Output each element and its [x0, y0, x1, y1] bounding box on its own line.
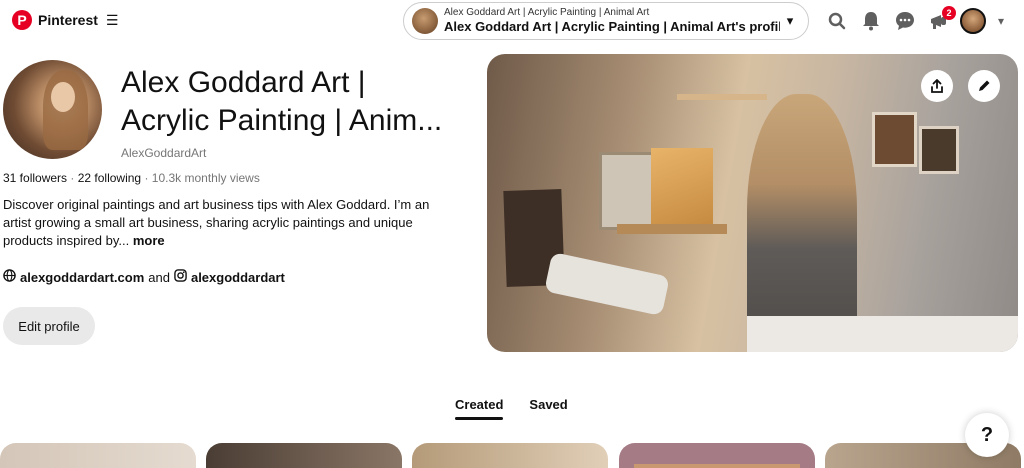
- tab-saved[interactable]: Saved: [529, 397, 567, 420]
- pin-card[interactable]: [619, 443, 815, 468]
- header-actions: 2 ▾: [820, 4, 1012, 38]
- menu-icon[interactable]: ☰: [106, 12, 119, 29]
- pin-card[interactable]: [412, 443, 608, 468]
- pill-avatar: [412, 8, 438, 34]
- updates-icon[interactable]: 2: [922, 4, 956, 38]
- followers-count[interactable]: 31 followers: [3, 171, 67, 185]
- website-link[interactable]: alexgoddardart.com: [20, 270, 144, 285]
- pill-subtitle: Alex Goddard Art | Acrylic Painting | An…: [444, 7, 650, 18]
- profile-username: AlexGoddardArt: [121, 146, 207, 160]
- globe-icon: [3, 269, 16, 285]
- tab-created[interactable]: Created: [455, 397, 504, 420]
- profile-name-line1: Alex Goddard Art |: [121, 66, 366, 99]
- bell-icon[interactable]: [854, 4, 888, 38]
- profile-links: alexgoddardart.com and alexgoddardart: [3, 269, 285, 285]
- following-count[interactable]: 22 following: [78, 171, 141, 185]
- cover-image: [487, 54, 1018, 352]
- bio-text: Discover original paintings and art busi…: [3, 197, 430, 248]
- share-icon[interactable]: [921, 70, 953, 102]
- bio-more-link[interactable]: more: [133, 233, 165, 248]
- user-avatar[interactable]: [960, 8, 986, 34]
- chevron-down-icon[interactable]: ▾: [780, 13, 800, 29]
- account-chevron-icon[interactable]: ▾: [990, 14, 1012, 28]
- pin-card[interactable]: [206, 443, 402, 468]
- search-icon[interactable]: [820, 4, 854, 38]
- pin-card[interactable]: [0, 443, 196, 468]
- links-and-label: and: [148, 269, 170, 285]
- profile-tabs: Created Saved: [455, 397, 568, 420]
- chat-icon[interactable]: [888, 4, 922, 38]
- profile-name-line2: Acrylic Painting | Anim...: [121, 104, 443, 137]
- help-button[interactable]: ?: [965, 413, 1009, 457]
- profile-bio: Discover original paintings and art busi…: [3, 196, 453, 250]
- profile-switcher[interactable]: Alex Goddard Art | Acrylic Painting | An…: [403, 2, 809, 40]
- profile-stats: 31 followers · 22 following · 10.3k mont…: [3, 171, 260, 185]
- edit-cover-icon[interactable]: [968, 70, 1000, 102]
- pinterest-icon: P: [12, 10, 32, 30]
- brand-name: Pinterest: [38, 12, 98, 28]
- edit-profile-button[interactable]: Edit profile: [3, 307, 95, 345]
- profile-name: Alex Goddard Art | Acrylic Painting | An…: [121, 64, 471, 140]
- instagram-icon: [174, 269, 187, 285]
- monthly-views: 10.3k monthly views: [151, 171, 260, 185]
- pill-title: Alex Goddard Art | Acrylic Painting | An…: [444, 19, 780, 34]
- notification-badge: 2: [942, 6, 956, 20]
- top-bar: P Pinterest ☰ Alex Goddard Art | Acrylic…: [0, 0, 1024, 44]
- profile-avatar: [3, 60, 102, 159]
- instagram-link[interactable]: alexgoddardart: [191, 270, 285, 285]
- pinterest-logo[interactable]: P Pinterest ☰: [12, 10, 118, 30]
